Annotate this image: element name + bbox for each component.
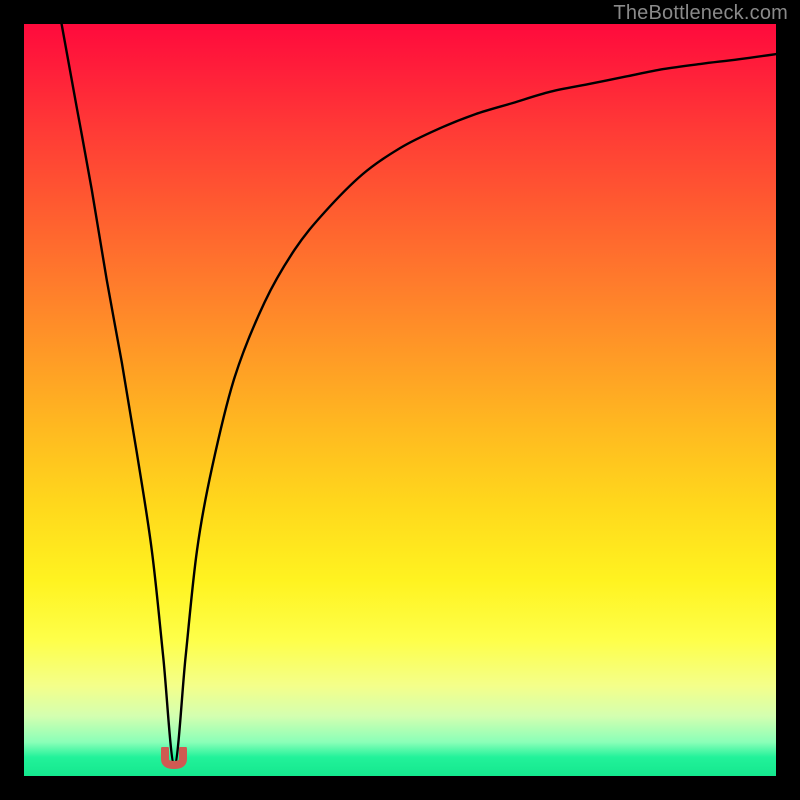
watermark-text: TheBottleneck.com: [613, 2, 788, 25]
valley-marker: [160, 747, 188, 769]
bottleneck-curve: [24, 24, 776, 776]
plot-area: [24, 24, 776, 776]
chart-frame: TheBottleneck.com: [0, 0, 800, 800]
